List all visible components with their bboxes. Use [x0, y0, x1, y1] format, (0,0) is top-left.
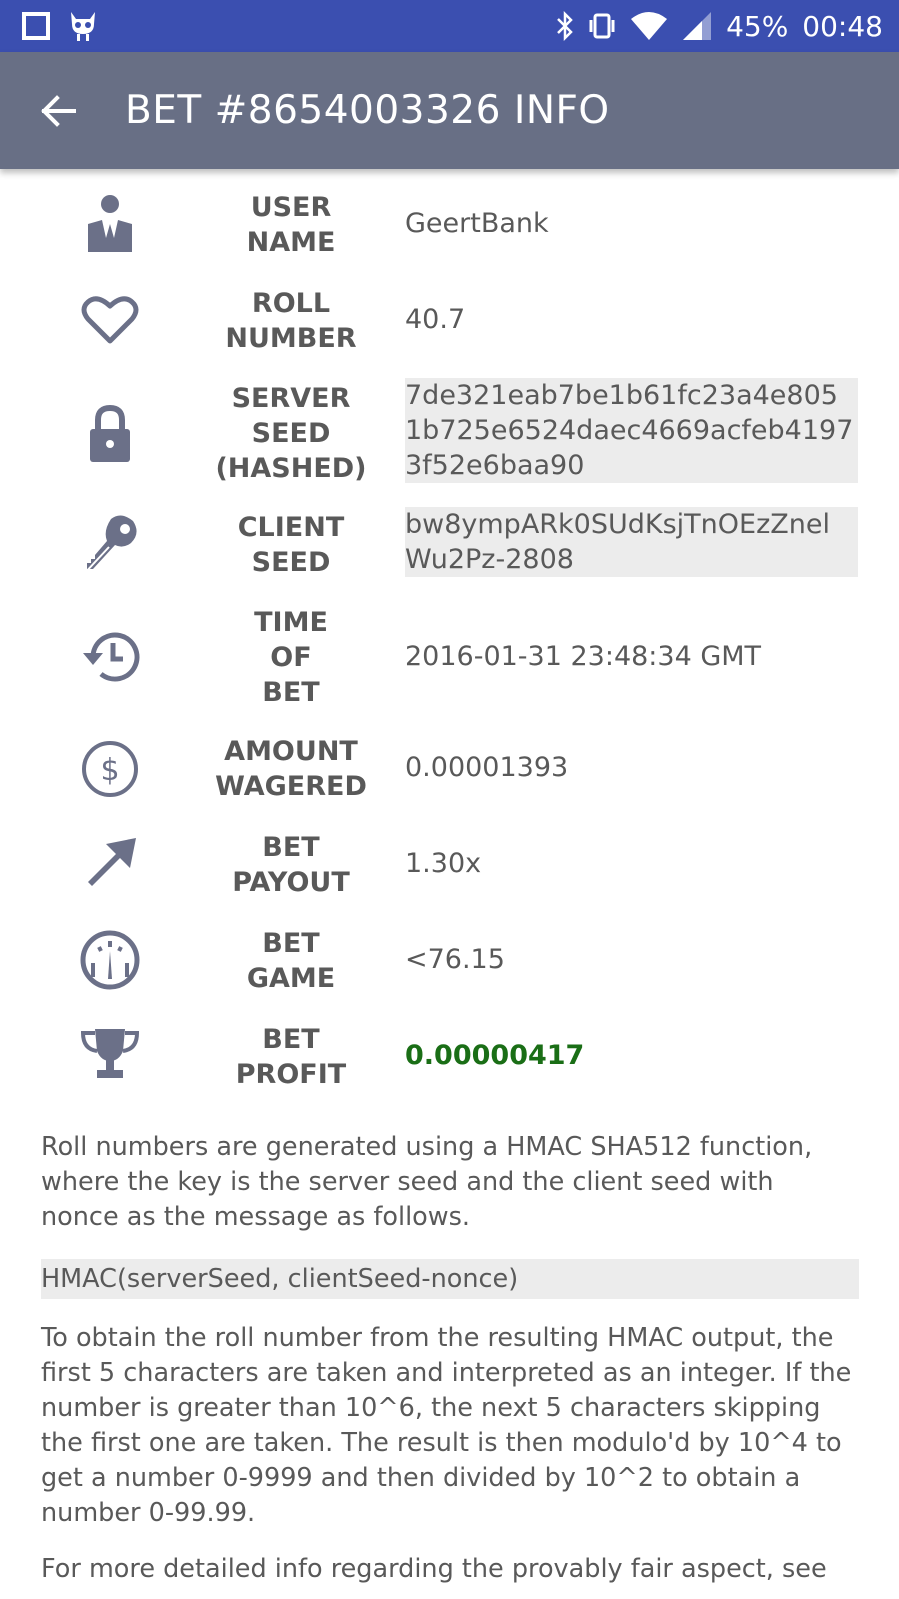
- time-of-bet-value: 2016-01-31 23:48:34 GMT: [405, 641, 762, 672]
- trophy-icon: [68, 1024, 152, 1084]
- arrow-left-icon: [41, 94, 76, 127]
- amount-wagered-label: AMOUNT WAGERED: [215, 736, 367, 802]
- bet-payout-label: BET PAYOUT: [232, 832, 350, 898]
- server-seed-label: SERVER SEED (HASHED): [215, 383, 367, 484]
- square-notification-icon: [22, 12, 50, 40]
- time-of-bet-label: TIME OF BET: [254, 607, 328, 708]
- roll-number-value: 40.7: [405, 304, 466, 335]
- wifi-icon: [630, 11, 668, 41]
- provably-fair-link-paragraph: For more detailed info regarding the pro…: [41, 1554, 827, 1584]
- back-button[interactable]: [8, 52, 108, 169]
- bet-game-value: <76.15: [405, 944, 505, 975]
- page-title: BET #8654003326 INFO: [125, 88, 610, 133]
- heart-icon: [68, 292, 152, 348]
- user-name-label: USER NAME: [246, 192, 336, 258]
- client-seed-label: CLIENT SEED: [237, 512, 345, 578]
- dollar-icon: $: [68, 734, 152, 804]
- user-icon: [68, 194, 152, 254]
- svg-text:$: $: [100, 753, 119, 788]
- bluetooth-icon: [556, 11, 574, 41]
- hmac-formula: HMAC(serverSeed, clientSeed-nonce): [41, 1259, 859, 1299]
- client-seed-value: bw8ympARk0SUdKsjTnOEzZnelWu2Pz-2808: [405, 507, 858, 577]
- history-icon: [68, 625, 152, 689]
- gauge-icon: [68, 928, 152, 992]
- lock-icon: [68, 399, 152, 469]
- clock: 00:48: [802, 9, 883, 43]
- vibrate-icon: [588, 11, 616, 41]
- bet-payout-value: 1.30x: [405, 848, 482, 879]
- user-name-value: GeertBank: [405, 208, 549, 239]
- roll-number-derivation-paragraph: To obtain the roll number from the resul…: [41, 1323, 852, 1528]
- server-seed-value: 7de321eab7be1b61fc23a4e8051b725e6524daec…: [405, 378, 858, 483]
- arrow-up-right-icon: [68, 832, 152, 896]
- amount-wagered-value: 0.00001393: [405, 752, 569, 783]
- bet-profit-label: BET PROFIT: [235, 1024, 347, 1090]
- bet-game-label: BET GAME: [246, 928, 336, 994]
- key-icon: [68, 510, 152, 580]
- bet-profit-value: 0.00000417: [405, 1040, 585, 1071]
- roll-number-label: ROLL NUMBER: [225, 288, 357, 354]
- battery-level: 45%: [726, 9, 789, 43]
- hmac-explanation-paragraph: Roll numbers are generated using a HMAC …: [41, 1132, 813, 1232]
- app-bar: BET #8654003326 INFO: [0, 52, 899, 169]
- mascot-notification-icon: [68, 10, 98, 42]
- status-bar: 45% 00:48: [0, 0, 899, 52]
- cell-signal-icon: [682, 11, 712, 41]
